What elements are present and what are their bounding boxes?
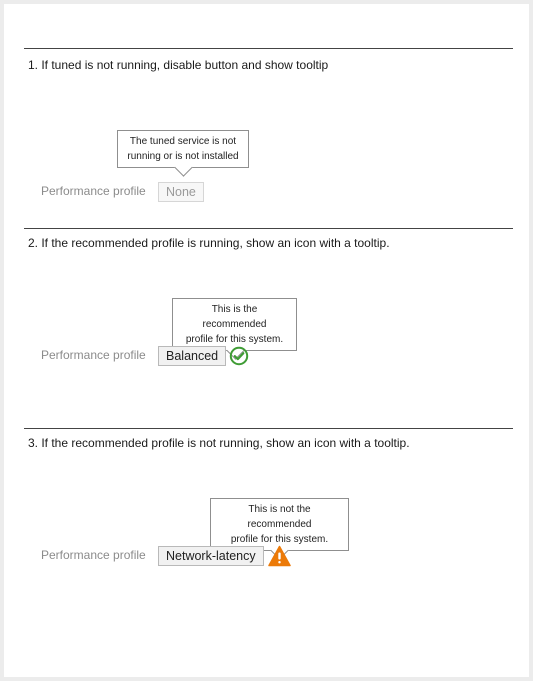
performance-profile-label: Performance profile	[41, 184, 146, 198]
divider	[24, 48, 513, 49]
tooltip: This is the recommended profile for this…	[172, 298, 297, 360]
performance-profile-label: Performance profile	[41, 548, 146, 562]
performance-profile-button: None	[158, 182, 204, 202]
divider	[24, 428, 513, 429]
section-heading: 1. If tuned is not running, disable butt…	[28, 58, 329, 72]
section-recommended-running: 2. If the recommended profile is running…	[24, 228, 513, 428]
section-heading: 3. If the recommended profile is not run…	[28, 436, 410, 450]
tooltip: The tuned service is not running or is n…	[117, 130, 249, 177]
page-card: 1. If tuned is not running, disable butt…	[4, 4, 529, 677]
section-recommended-not-running: 3. If the recommended profile is not run…	[24, 428, 513, 648]
section-heading: 2. If the recommended profile is running…	[28, 236, 390, 250]
warning-triangle-icon[interactable]	[268, 545, 291, 567]
tooltip: This is not the recommended profile for …	[210, 498, 349, 560]
tooltip-line: This is not the recommended	[247, 504, 312, 530]
performance-profile-button[interactable]: Network-latency	[158, 546, 264, 566]
tooltip-line: This is the recommended	[202, 304, 267, 330]
divider	[24, 228, 513, 229]
section-tuned-not-running: 1. If tuned is not running, disable butt…	[24, 48, 513, 228]
tooltip-line: The tuned service is not	[129, 136, 237, 147]
performance-profile-button[interactable]: Balanced	[158, 346, 227, 366]
performance-profile-label: Performance profile	[41, 348, 146, 362]
check-circle-icon[interactable]	[229, 346, 249, 366]
